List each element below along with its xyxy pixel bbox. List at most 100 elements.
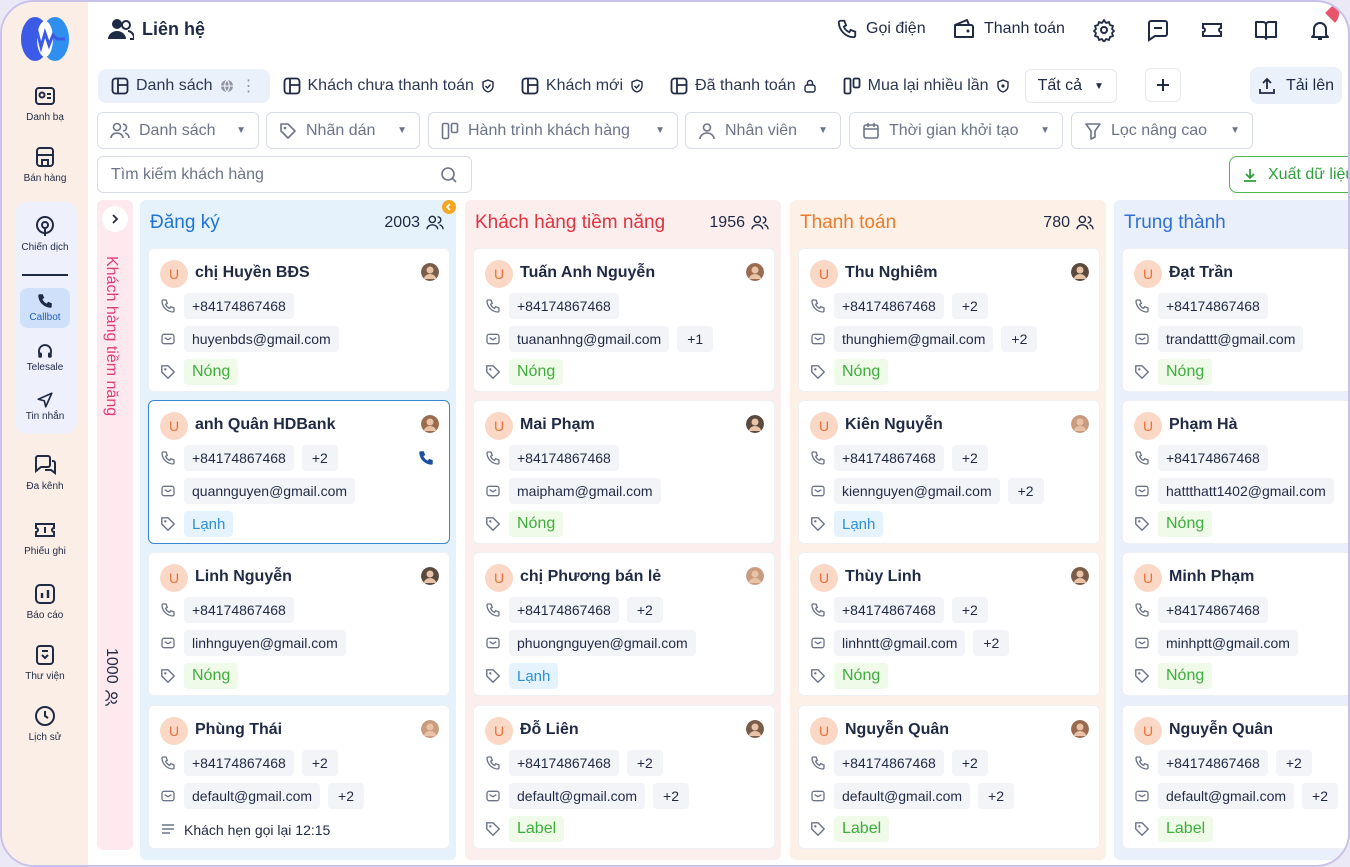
email-extra-chip[interactable]: +2: [978, 783, 1015, 809]
add-tab-button[interactable]: [1145, 68, 1181, 102]
owner-avatar-icon[interactable]: [421, 415, 439, 433]
email-chip[interactable]: linhnguyen@gmail.com: [184, 630, 346, 656]
tag-badge[interactable]: Lạnh: [184, 511, 234, 537]
sidebar-item-tin-nhan[interactable]: Tin nhắn: [2, 391, 88, 422]
phone-chip[interactable]: +84174867468: [1158, 445, 1268, 471]
contact-name[interactable]: chị Phương bán lẻ: [520, 568, 661, 586]
contact-card[interactable]: Uchị Phương bán lẻ +84174867468 +2 phuongng…: [473, 552, 775, 696]
email-chip[interactable]: default@gmail.com: [834, 783, 971, 809]
contact-card[interactable]: U Thu Nghiêm +84174867468 +2 thunghiem@gmail…: [798, 248, 1100, 392]
more-options-icon[interactable]: ⋮: [241, 76, 257, 96]
contact-name[interactable]: Thùy Linh: [845, 568, 921, 586]
email-chip[interactable]: linhntt@gmail.com: [834, 630, 966, 656]
owner-avatar-icon[interactable]: [1071, 567, 1089, 585]
payment-button[interactable]: Thanh toán: [952, 18, 1065, 40]
tag-badge[interactable]: Label: [509, 816, 565, 842]
email-chip[interactable]: default@gmail.com: [184, 783, 321, 809]
contact-card[interactable]: U Phạm Hà +84174867468 hattthatt1402@gmail.…: [1122, 400, 1348, 544]
email-chip[interactable]: trandattt@gmail.com: [1158, 326, 1304, 352]
filter-nhan-vien[interactable]: Nhân viên ▼: [685, 112, 841, 149]
expand-column-button[interactable]: [102, 206, 128, 232]
phone-chip[interactable]: +84174867468: [1158, 750, 1268, 776]
sidebar-item-callbot[interactable]: Callbot: [2, 292, 88, 323]
tag-badge[interactable]: Nóng: [1158, 359, 1213, 385]
tab-da-thanh-toan[interactable]: Đã thanh toán: [657, 69, 830, 103]
phone-chip[interactable]: +84174867468: [1158, 597, 1268, 623]
tab-khach-moi[interactable]: Khách mới: [508, 69, 657, 103]
phone-call-icon[interactable]: [417, 449, 435, 467]
ticket-icon[interactable]: [1200, 18, 1224, 42]
email-chip[interactable]: default@gmail.com: [509, 783, 646, 809]
contact-card[interactable]: U Nguyễn Quân +84174867468 +2 default@gmail.…: [1122, 705, 1348, 849]
contact-card[interactable]: U Thùy Linh +84174867468 +2 linhntt@gmail.co…: [798, 552, 1100, 696]
sidebar-item-telesale[interactable]: Telesale: [2, 342, 88, 373]
email-extra-chip[interactable]: +2: [653, 783, 690, 809]
contact-card[interactable]: U Mai Phạm +84174867468 maipham@gmail.com Nó…: [473, 400, 775, 544]
filter-danh-sach[interactable]: Danh sách ▼: [97, 112, 259, 149]
tag-badge[interactable]: Nóng: [1158, 511, 1213, 537]
contact-name[interactable]: Nguyễn Quân: [1169, 721, 1273, 739]
column-header[interactable]: Thanh toán 780: [790, 200, 1106, 246]
email-extra-chip[interactable]: +2: [1302, 783, 1339, 809]
phone-extra-chip[interactable]: +2: [951, 293, 988, 319]
email-chip[interactable]: maipham@gmail.com: [509, 478, 661, 504]
contact-name[interactable]: Minh Phạm: [1169, 568, 1254, 586]
email-chip[interactable]: hattthatt1402@gmail.com: [1158, 478, 1334, 504]
contact-name[interactable]: Thu Nghiêm: [845, 264, 937, 282]
sidebar-item-lich-su[interactable]: Lịch sử: [2, 704, 88, 743]
phone-chip[interactable]: +84174867468: [509, 445, 619, 471]
book-icon[interactable]: [1254, 18, 1278, 42]
contact-name[interactable]: chị Huyền BĐS: [195, 264, 310, 282]
tag-badge[interactable]: Nóng: [834, 663, 889, 689]
phone-chip[interactable]: +84174867468: [509, 597, 619, 623]
filter-thoi-gian[interactable]: Thời gian khởi tạo ▼: [849, 112, 1063, 149]
settings-icon[interactable]: [1092, 18, 1116, 42]
owner-avatar-icon[interactable]: [746, 720, 764, 738]
email-chip[interactable]: thunghiem@gmail.com: [834, 326, 994, 352]
message-icon[interactable]: [1146, 18, 1170, 42]
phone-extra-chip[interactable]: +2: [626, 597, 663, 623]
column-header[interactable]: Trung thành: [1114, 200, 1348, 246]
email-chip[interactable]: minhptt@gmail.com: [1158, 630, 1298, 656]
contact-name[interactable]: Phạm Hà: [1169, 416, 1237, 434]
tag-badge[interactable]: Label: [834, 816, 890, 842]
email-extra-chip[interactable]: +2: [328, 783, 365, 809]
phone-extra-chip[interactable]: +2: [1275, 750, 1312, 776]
column-header[interactable]: Khách hàng tiềm năng 1956: [465, 200, 781, 246]
tag-badge[interactable]: Lạnh: [509, 663, 559, 689]
email-chip[interactable]: phuongnguyen@gmail.com: [509, 630, 696, 656]
upload-button[interactable]: Tải lên: [1250, 67, 1342, 104]
email-extra-chip[interactable]: +2: [1007, 478, 1044, 504]
sidebar-item-ban-hang[interactable]: Bán hàng: [2, 145, 88, 184]
email-chip[interactable]: tuananhng@gmail.com: [509, 326, 670, 352]
tab-khach-chua-thanh-toan[interactable]: Khách chưa thanh toán: [270, 69, 508, 103]
contact-name[interactable]: Đỗ Liên: [520, 721, 579, 739]
tag-badge[interactable]: Nóng: [184, 663, 239, 689]
contact-card[interactable]: U Nguyễn Quân +84174867468 +2 default@gmail.…: [798, 705, 1100, 849]
bell-icon[interactable]: [1308, 18, 1332, 42]
search-customer-input[interactable]: Tìm kiếm khách hàng: [97, 156, 472, 193]
phone-chip[interactable]: +84174867468: [834, 293, 944, 319]
tag-badge[interactable]: Nóng: [509, 359, 564, 385]
phone-extra-chip[interactable]: +2: [301, 445, 338, 471]
tag-badge[interactable]: Nóng: [509, 511, 564, 537]
sidebar-item-danh-ba[interactable]: Danh bạ: [2, 84, 88, 123]
contact-name[interactable]: Đạt Trần: [1169, 264, 1233, 282]
phone-extra-chip[interactable]: +2: [951, 445, 988, 471]
phone-chip[interactable]: +84174867468: [509, 293, 619, 319]
phone-chip[interactable]: +84174867468: [1158, 293, 1268, 319]
phone-extra-chip[interactable]: +2: [951, 597, 988, 623]
owner-avatar-icon[interactable]: [746, 567, 764, 585]
phone-chip[interactable]: +84174867468: [184, 293, 294, 319]
contact-card[interactable]: U Tuấn Anh Nguyễn +84174867468 tuananhng@gm…: [473, 248, 775, 392]
sidebar-item-thu-vien[interactable]: Thư viện: [2, 643, 88, 682]
phone-extra-chip[interactable]: +2: [626, 750, 663, 776]
contact-card[interactable]: U Linh Nguyễn +84174867468 linhnguyen@gmail…: [148, 552, 450, 696]
contact-card[interactable]: U Phùng Thái +84174867468 +2 default@gmail.c…: [148, 705, 450, 849]
phone-chip[interactable]: +84174867468: [834, 597, 944, 623]
email-extra-chip[interactable]: +2: [973, 630, 1010, 656]
call-button[interactable]: Gọi điện: [836, 18, 926, 40]
filter-nhan-dan[interactable]: Nhãn dán ▼: [266, 112, 420, 149]
tab-danh-sach[interactable]: Danh sách ⋮: [98, 69, 270, 103]
phone-chip[interactable]: +84174867468: [509, 750, 619, 776]
